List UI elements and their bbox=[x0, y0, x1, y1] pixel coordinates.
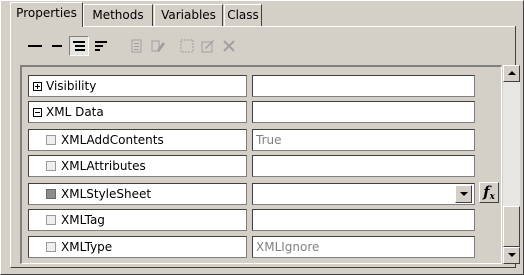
property-value-xmltype[interactable]: XMLIgnore bbox=[252, 236, 475, 258]
delete-button[interactable] bbox=[219, 36, 239, 56]
property-value-xmlattributes[interactable] bbox=[252, 155, 475, 177]
properties-list-icon bbox=[131, 39, 142, 53]
property-name: XMLAttributes bbox=[61, 159, 146, 173]
property-state-icon bbox=[46, 215, 56, 225]
property-name: Visibility bbox=[46, 79, 97, 93]
categorized-view-button[interactable] bbox=[69, 36, 89, 56]
property-value-xmltag[interactable] bbox=[252, 209, 475, 231]
scrollbar-thumb[interactable] bbox=[503, 206, 520, 247]
scroll-up-button[interactable] bbox=[503, 65, 520, 82]
tab-properties[interactable]: Properties bbox=[10, 2, 83, 27]
arrow-down-icon bbox=[507, 253, 516, 257]
property-value: XMLIgnore bbox=[256, 240, 320, 254]
tab-class-label: Class bbox=[227, 8, 259, 22]
property-value-xmlstylesheet[interactable] bbox=[252, 183, 475, 205]
tab-variables-label: Variables bbox=[161, 8, 216, 22]
tab-methods[interactable]: Methods bbox=[83, 4, 153, 26]
new-property-icon bbox=[180, 39, 194, 53]
tab-methods-label: Methods bbox=[92, 8, 144, 22]
property-name: XMLStyleSheet bbox=[61, 187, 152, 201]
chevron-down-icon bbox=[459, 191, 468, 196]
arrow-up-icon bbox=[507, 71, 516, 75]
property-state-icon bbox=[46, 189, 56, 199]
function-button[interactable]: fx bbox=[479, 182, 499, 203]
delete-icon bbox=[223, 40, 235, 52]
alphabetical-view-icon bbox=[95, 41, 107, 51]
property-value-xml-data[interactable] bbox=[252, 101, 475, 123]
property-row-xmladdcontents[interactable]: XMLAddContents bbox=[28, 129, 247, 151]
tab-class[interactable]: Class bbox=[224, 4, 262, 26]
tab-variables[interactable]: Variables bbox=[154, 4, 223, 26]
modify-icon bbox=[201, 40, 214, 53]
property-name: XMLAddContents bbox=[61, 133, 164, 147]
property-row-xmltype[interactable]: XMLType bbox=[28, 236, 247, 258]
edit-property-button[interactable] bbox=[148, 36, 168, 56]
property-name: XMLTag bbox=[61, 213, 105, 227]
property-row-xmlstylesheet[interactable]: XMLStyleSheet bbox=[28, 183, 247, 205]
property-state-icon bbox=[46, 242, 56, 252]
collapse-icon bbox=[52, 45, 62, 47]
collapse-all-icon bbox=[28, 45, 42, 47]
property-row-xml-data[interactable]: XML Data bbox=[28, 101, 247, 123]
property-row-xmlattributes[interactable]: XMLAttributes bbox=[28, 155, 247, 177]
property-value-visibility[interactable] bbox=[252, 75, 475, 97]
categorized-view-icon bbox=[73, 41, 85, 51]
expand-icon[interactable] bbox=[33, 81, 42, 91]
property-value-xmladdcontents[interactable]: True bbox=[252, 129, 475, 151]
dropdown-button[interactable] bbox=[455, 185, 472, 203]
collapse-button[interactable] bbox=[48, 36, 66, 56]
modify-button[interactable] bbox=[198, 36, 218, 56]
new-property-button[interactable] bbox=[177, 36, 197, 56]
alphabetical-view-button[interactable] bbox=[91, 36, 111, 56]
property-state-icon bbox=[46, 135, 56, 145]
properties-list-button[interactable] bbox=[127, 36, 147, 56]
collapse-icon[interactable] bbox=[33, 107, 42, 117]
function-subscript: x bbox=[489, 192, 495, 202]
property-row-xmltag[interactable]: XMLTag bbox=[28, 209, 247, 231]
collapse-all-button[interactable] bbox=[26, 36, 44, 56]
scroll-down-button[interactable] bbox=[503, 247, 520, 264]
edit-property-icon bbox=[151, 40, 165, 52]
property-name: XMLType bbox=[61, 240, 113, 254]
tab-properties-label: Properties bbox=[16, 6, 77, 20]
property-row-visibility[interactable]: Visibility bbox=[28, 75, 247, 97]
property-name: XML Data bbox=[46, 105, 104, 119]
property-value: True bbox=[256, 133, 282, 147]
property-state-icon bbox=[46, 161, 56, 171]
